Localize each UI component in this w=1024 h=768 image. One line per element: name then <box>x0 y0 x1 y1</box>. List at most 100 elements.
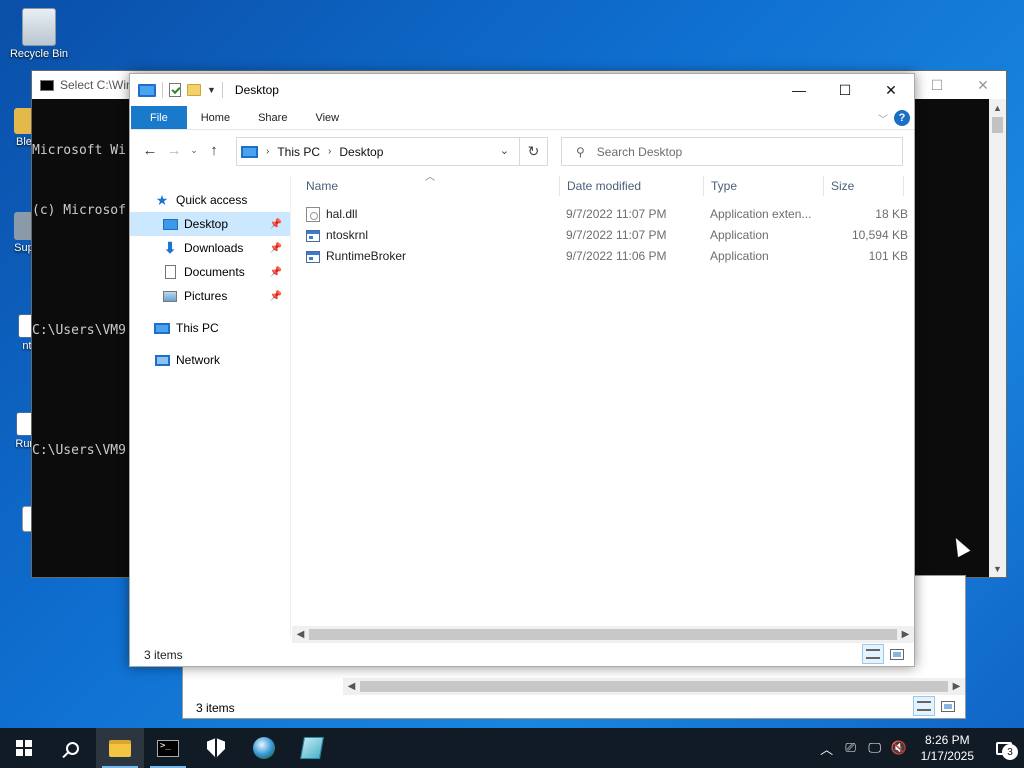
scroll-thumb[interactable] <box>360 681 948 692</box>
large-icons-view-button[interactable] <box>886 644 908 664</box>
file-size: 10,594 KB <box>851 228 908 242</box>
scroll-up-arrow-icon[interactable]: ▲ <box>989 99 1006 116</box>
column-divider[interactable] <box>823 176 824 196</box>
search-icon <box>65 741 79 755</box>
breadcrumb-desktop[interactable]: Desktop <box>339 145 383 159</box>
nav-item-this-pc[interactable]: This PC <box>130 316 290 340</box>
pin-icon[interactable]: 📌 <box>270 267 282 278</box>
file-size: 101 KB <box>868 249 908 263</box>
close-button[interactable]: ✕ <box>868 74 914 106</box>
minimize-button[interactable]: — <box>776 74 822 106</box>
refresh-icon[interactable]: ↻ <box>519 138 547 165</box>
tab-file[interactable]: File <box>131 106 187 129</box>
taskbar-command-prompt[interactable]: >_ <box>144 728 192 768</box>
back-arrow-icon[interactable]: ← <box>138 142 162 159</box>
nav-item-label: Documents <box>184 265 245 279</box>
details-view-button[interactable] <box>862 644 884 664</box>
new-folder-icon[interactable] <box>187 84 201 96</box>
column-divider[interactable] <box>559 176 560 196</box>
ribbon-tabs: File Home Share View ﹀ ? <box>130 106 914 130</box>
file-date-modified: 9/7/2022 11:06 PM <box>566 249 667 263</box>
taskbar-browser[interactable] <box>240 728 288 768</box>
nav-item-pictures[interactable]: Pictures 📌 <box>130 284 290 308</box>
breadcrumb-chevron-icon[interactable]: › <box>328 146 331 157</box>
address-bar[interactable]: › This PC › Desktop ⌄ ↻ <box>236 137 548 166</box>
scroll-right-arrow-icon[interactable]: ▶ <box>948 678 965 695</box>
status-item-count: 3 items <box>144 648 183 662</box>
tab-home[interactable]: Home <box>187 106 244 129</box>
details-view-button[interactable] <box>913 696 935 716</box>
address-history-dropdown-icon[interactable]: ⌄ <box>500 144 509 157</box>
help-icon[interactable]: ? <box>894 110 910 126</box>
breadcrumb-this-pc[interactable]: This PC <box>277 145 320 159</box>
column-header-size[interactable]: Size <box>831 176 854 196</box>
console-maximize-button[interactable]: ☐ <box>914 71 960 99</box>
forward-arrow-icon[interactable]: → <box>162 142 186 159</box>
console-close-button[interactable]: ✕ <box>960 71 1006 99</box>
table-row[interactable]: ntoskrnl 9/7/2022 11:07 PM Application 1… <box>302 225 908 246</box>
taskbar-file-explorer[interactable] <box>96 728 144 768</box>
file-type: Application exten... <box>710 207 812 221</box>
start-button[interactable] <box>0 728 48 768</box>
column-divider[interactable] <box>903 176 904 196</box>
meet-now-icon[interactable]: ⎚ <box>839 728 863 768</box>
scroll-left-arrow-icon[interactable]: ◀ <box>343 678 360 695</box>
maximize-button[interactable]: ☐ <box>822 74 868 106</box>
taskbar: >_ ︿ ⎚ 🖵 🔇 8:26 PM 1/17/2025 3 <box>0 728 1024 768</box>
pin-icon[interactable]: 📌 <box>270 243 282 254</box>
command-prompt-icon: >_ <box>157 739 179 757</box>
properties-icon[interactable] <box>169 83 181 97</box>
pin-icon[interactable]: 📌 <box>270 219 282 230</box>
search-input[interactable] <box>596 144 857 159</box>
large-icons-view-button[interactable] <box>937 696 959 716</box>
nav-item-documents[interactable]: Documents 📌 <box>130 260 290 284</box>
column-divider[interactable] <box>703 176 704 196</box>
customize-toolbar-dropdown-icon[interactable]: ▼ <box>207 85 216 95</box>
scroll-thumb[interactable] <box>309 629 897 640</box>
table-row[interactable]: RuntimeBroker 9/7/2022 11:06 PM Applicat… <box>302 246 908 267</box>
status-item-count: 3 items <box>196 701 235 715</box>
explorer-titlebar[interactable]: ▼ Desktop — ☐ ✕ <box>130 74 914 106</box>
column-header-type[interactable]: Type <box>711 176 737 196</box>
sort-ascending-icon: ︿ <box>425 172 435 183</box>
network-icon[interactable]: 🖵 <box>863 728 887 768</box>
nav-item-quick-access[interactable]: ★ Quick access <box>130 188 290 212</box>
nav-item-downloads[interactable]: ⬇ Downloads 📌 <box>130 236 290 260</box>
volume-muted-icon[interactable]: 🔇 <box>887 728 911 768</box>
recent-locations-chevron-icon[interactable]: ⌄ <box>186 145 202 156</box>
file-name: RuntimeBroker <box>326 249 407 263</box>
scroll-right-arrow-icon[interactable]: ▶ <box>897 626 914 643</box>
taskbar-clock[interactable]: 8:26 PM 1/17/2025 <box>911 732 984 764</box>
column-header-name[interactable]: Name <box>306 176 338 196</box>
clock-date: 1/17/2025 <box>920 749 974 763</box>
recycle-bin-icon <box>22 8 56 46</box>
taskbar-security[interactable] <box>192 728 240 768</box>
console-scrollbar[interactable]: ▲ ▼ <box>989 99 1006 577</box>
desktop-folder-icon <box>162 217 178 231</box>
column-header-date[interactable]: Date modified <box>567 176 641 196</box>
tab-view[interactable]: View <box>301 106 353 129</box>
action-center-button[interactable]: 3 <box>984 728 1024 768</box>
desktop-icon-recycle-bin[interactable]: Recycle Bin <box>4 8 74 60</box>
nav-item-desktop[interactable]: Desktop 📌 <box>130 212 290 236</box>
horizontal-scrollbar[interactable]: ◀ ▶ <box>343 678 965 695</box>
up-arrow-icon[interactable]: ↑ <box>202 142 226 159</box>
nav-item-network[interactable]: Network <box>130 348 290 372</box>
file-explorer-window[interactable]: ▼ Desktop — ☐ ✕ File Home Share View ﹀ ?… <box>129 73 915 667</box>
window-title: Desktop <box>234 83 279 97</box>
pin-icon[interactable]: 📌 <box>270 291 282 302</box>
taskbar-notes-app[interactable] <box>288 728 336 768</box>
show-hidden-icons-chevron-icon[interactable]: ︿ <box>815 728 839 768</box>
horizontal-scrollbar[interactable]: ◀ ▶ <box>292 626 914 643</box>
console-title: Select C:\Win <box>60 78 133 92</box>
scroll-left-arrow-icon[interactable]: ◀ <box>292 626 309 643</box>
tab-share[interactable]: Share <box>244 106 301 129</box>
expand-ribbon-chevron-icon[interactable]: ﹀ <box>878 111 888 126</box>
scroll-down-arrow-icon[interactable]: ▼ <box>989 560 1006 577</box>
scroll-thumb[interactable] <box>992 117 1003 133</box>
table-row[interactable]: hal.dll 9/7/2022 11:07 PM Application ex… <box>302 204 908 225</box>
breadcrumb-chevron-icon[interactable]: › <box>266 146 269 157</box>
documents-icon <box>162 265 178 279</box>
search-box[interactable]: ⚲ <box>561 137 903 166</box>
taskbar-search-button[interactable] <box>48 728 96 768</box>
